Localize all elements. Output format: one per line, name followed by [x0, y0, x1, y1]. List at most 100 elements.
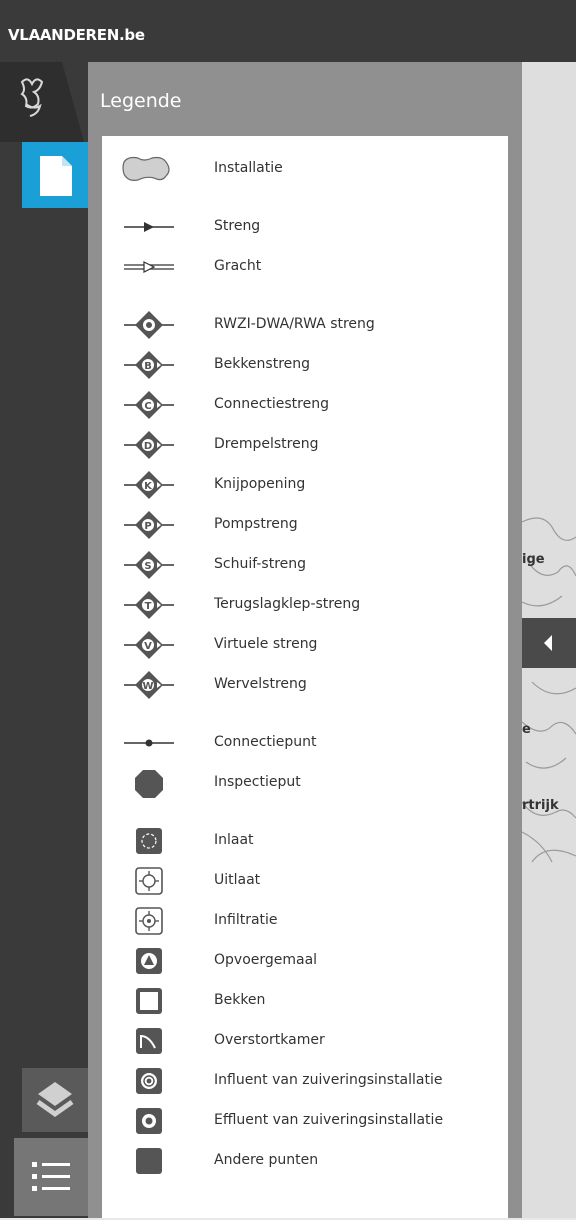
diamond-letter-icon: W [120, 668, 180, 702]
octagon-icon [120, 766, 180, 800]
layers-tab[interactable] [22, 1068, 88, 1132]
svg-text:W: W [142, 681, 153, 692]
overflow-icon [120, 1024, 180, 1058]
map-area[interactable]: ige e rtrijk [522, 62, 576, 1218]
legend-item: P Pompstreng [102, 508, 508, 542]
list-icon [32, 1162, 70, 1191]
legend-item-label: Effluent van zuiveringsinstallatie [214, 1112, 444, 1128]
diamond-letter-icon: P [120, 508, 180, 542]
legend-item-label: Streng [214, 218, 261, 234]
collapse-panel-button[interactable] [522, 618, 576, 668]
legend-item: RWZI-DWA/RWA streng [102, 308, 508, 342]
layers-icon [36, 1082, 74, 1118]
legend-item: T Terugslagklep-streng [102, 588, 508, 622]
outlet-icon [120, 864, 180, 898]
dot-line-icon [120, 726, 180, 760]
legend-item-label: Wervelstreng [214, 676, 307, 692]
legend-item: Overstortkamer [102, 1024, 508, 1058]
legend-tab[interactable] [14, 1138, 88, 1216]
brand-link[interactable]: VLAANDEREN.be [8, 26, 145, 44]
area-polygon-icon [120, 152, 180, 186]
arrow-line-icon [120, 210, 180, 244]
legend-item-label: Drempelstreng [214, 436, 319, 452]
document-icon [40, 156, 72, 196]
svg-text:S: S [144, 561, 151, 572]
pump-icon [120, 944, 180, 978]
svg-text:V: V [144, 641, 152, 652]
legend-item: Installatie [102, 152, 508, 186]
flanders-lion-logo-icon [20, 62, 88, 142]
effluent-icon [120, 1104, 180, 1138]
diamond-letter-icon: B [120, 348, 180, 382]
svg-text:T: T [145, 601, 152, 612]
diamond-letter-icon: S [120, 548, 180, 582]
legend-item: S Schuif-streng [102, 548, 508, 582]
legend-item-label: Uitlaat [214, 872, 261, 888]
legend-item: B Bekkenstreng [102, 348, 508, 382]
svg-text:D: D [144, 441, 152, 452]
other-points-icon [120, 1144, 180, 1178]
svg-text:B: B [144, 361, 152, 372]
diamond-letter-icon: D [120, 428, 180, 462]
legend-item-label: Knijpopening [214, 476, 306, 492]
legend-item: C Connectiestreng [102, 388, 508, 422]
legend-item: Inspectieput [102, 766, 508, 800]
legend-item-label: Bekken [214, 992, 266, 1008]
legend-item-label: Gracht [214, 258, 262, 274]
svg-text:K: K [144, 481, 153, 492]
logo-tab [0, 62, 88, 142]
chevron-left-icon [544, 635, 552, 651]
top-bar: VLAANDEREN.be [0, 0, 576, 62]
legend-item: Opvoergemaal [102, 944, 508, 978]
legend-item-label: Installatie [214, 160, 283, 176]
legend-item: K Knijpopening [102, 468, 508, 502]
map-label: e [522, 722, 531, 737]
map-label: ige [522, 552, 545, 567]
legend-item-label: Overstortkamer [214, 1032, 325, 1048]
legend-item: D Drempelstreng [102, 428, 508, 462]
influent-icon [120, 1064, 180, 1098]
legend-item-label: RWZI-DWA/RWA streng [214, 316, 375, 332]
legend-item-label: Infiltratie [214, 912, 278, 928]
legend-item-label: Influent van zuiveringsinstallatie [214, 1072, 443, 1088]
legend-item-label: Andere punten [214, 1152, 319, 1168]
svg-text:P: P [144, 521, 151, 532]
legend-item-label: Virtuele streng [214, 636, 318, 652]
panel-title: Legende [100, 90, 182, 112]
legend-item: Infiltratie [102, 904, 508, 938]
legend-item-label: Connectiepunt [214, 734, 317, 750]
legend-item-label: Schuif-streng [214, 556, 307, 572]
legend-item: V Virtuele streng [102, 628, 508, 662]
map-label: rtrijk [522, 798, 559, 813]
legend-item-label: Inlaat [214, 832, 254, 848]
legend-item: Uitlaat [102, 864, 508, 898]
infiltration-icon [120, 904, 180, 938]
legend-item-label: Terugslagklep-streng [214, 596, 361, 612]
legend-item: Inlaat [102, 824, 508, 858]
legend-list: Installatie Streng Gracht RWZI-DWA/RWA stre… [102, 136, 508, 1218]
legend-item: Connectiepunt [102, 726, 508, 760]
legend-item: Gracht [102, 250, 508, 284]
inlet-icon [120, 824, 180, 858]
legend-item-label: Opvoergemaal [214, 952, 318, 968]
legend-item: Bekken [102, 984, 508, 1018]
legend-item: Andere punten [102, 1144, 508, 1178]
legend-item: Effluent van zuiveringsinstallatie [102, 1104, 508, 1138]
legend-item-label: Pompstreng [214, 516, 298, 532]
basin-icon [120, 984, 180, 1018]
legend-item-label: Bekkenstreng [214, 356, 311, 372]
legend-item-label: Inspectieput [214, 774, 301, 790]
double-arrow-line-icon [120, 250, 180, 284]
legend-item: Streng [102, 210, 508, 244]
document-tab[interactable] [22, 142, 88, 208]
legend-item: W Wervelstreng [102, 668, 508, 702]
left-nav [0, 62, 88, 1218]
legend-item: Influent van zuiveringsinstallatie [102, 1064, 508, 1098]
svg-text:C: C [144, 401, 151, 412]
diamond-letter-icon: K [120, 468, 180, 502]
diamond-letter-icon: V [120, 628, 180, 662]
legend-panel: Legende Installatie Streng Gracht RWZI-DWA/… [88, 62, 522, 1218]
diamond-ring-icon [120, 308, 180, 342]
diamond-letter-icon: T [120, 588, 180, 622]
diamond-letter-icon: C [120, 388, 180, 422]
